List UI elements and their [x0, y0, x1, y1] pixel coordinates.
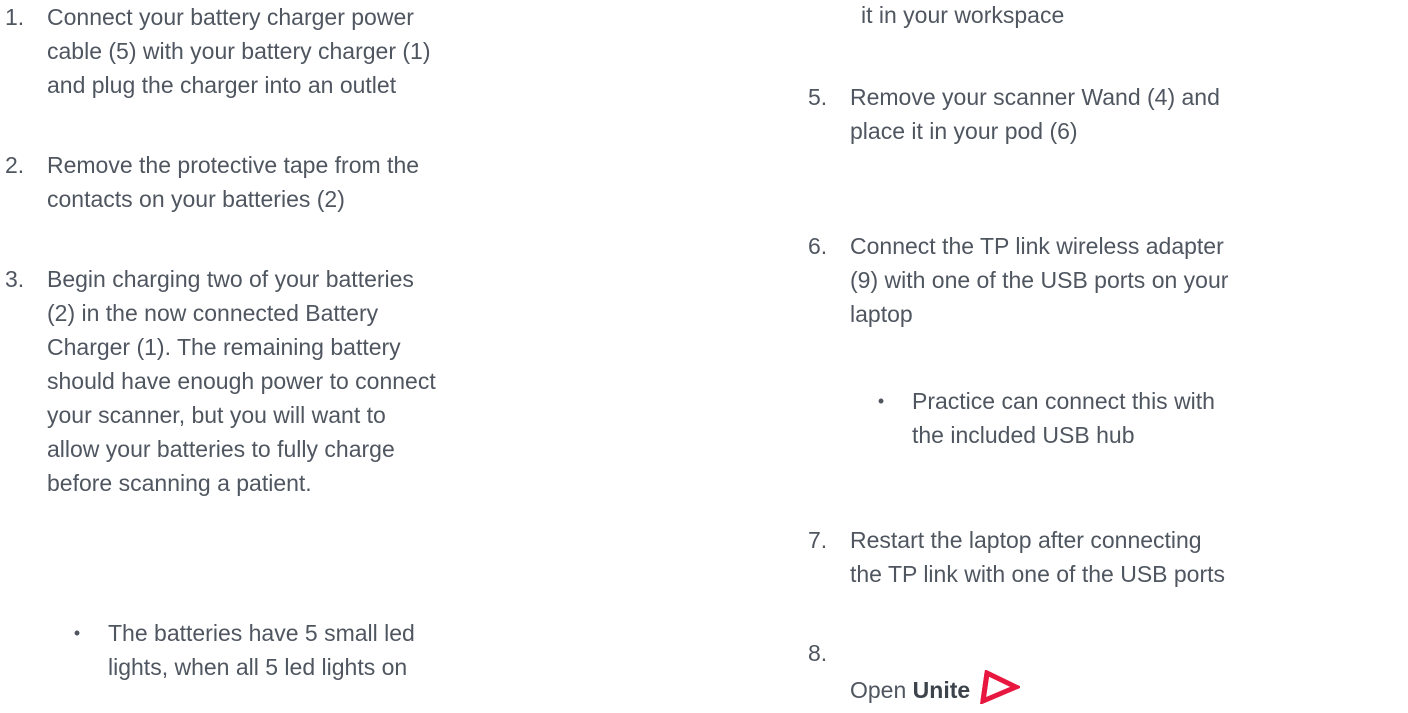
continued-text: it in your workspace	[861, 0, 1064, 32]
sub-bullet-text: Practice can connect this with the inclu…	[912, 388, 1215, 448]
step-number: 8.	[808, 640, 828, 666]
step-text: Remove your scanner Wand (4) and place i…	[850, 84, 1220, 144]
step-6: 6. Connect the TP link wireless adapter …	[808, 229, 1228, 331]
step-text: Connect your battery charger power cable…	[47, 4, 431, 98]
step-number: 6.	[808, 233, 828, 259]
step-number: 3.	[5, 266, 25, 292]
step-text: Connect the TP link wireless adapter (9)…	[850, 233, 1229, 327]
continued-line: it in your workspace	[861, 2, 1065, 28]
step-8: 8. Open Unite	[808, 636, 1023, 713]
instructions-page: 1. Connect your battery charger power ca…	[0, 0, 1408, 706]
step-number: 1.	[5, 4, 25, 30]
step-8-prefix: Open	[850, 677, 913, 703]
step-text: Remove the protective tape from the cont…	[47, 152, 420, 212]
step-5: 5. Remove your scanner Wand (4) and plac…	[808, 80, 1220, 148]
unite-app-name: Unite	[912, 677, 971, 703]
bullet-marker: •	[877, 391, 885, 411]
sub-bullet-batteries: • The batteries have 5 small led lights,…	[46, 616, 415, 684]
step-text: Open Unite	[850, 636, 1023, 713]
step-text: Restart the laptop after connecting the …	[850, 527, 1226, 587]
step-number: 2.	[5, 152, 25, 178]
unite-logo-icon	[980, 669, 1023, 713]
sub-bullet-text: The batteries have 5 small led lights, w…	[108, 620, 415, 680]
step-1: 1. Connect your battery charger power ca…	[5, 0, 431, 102]
bullet-marker: •	[73, 623, 81, 643]
step-7: 7. Restart the laptop after connecting t…	[808, 523, 1225, 591]
step-number: 5.	[808, 84, 828, 110]
step-text: Begin charging two of your batteries (2)…	[47, 266, 436, 496]
sub-bullet-usb-hub: • Practice can connect this with the inc…	[850, 384, 1215, 452]
step-3: 3. Begin charging two of your batteries …	[5, 262, 436, 500]
step-2: 2. Remove the protective tape from the c…	[5, 148, 419, 216]
step-number: 7.	[808, 527, 828, 553]
